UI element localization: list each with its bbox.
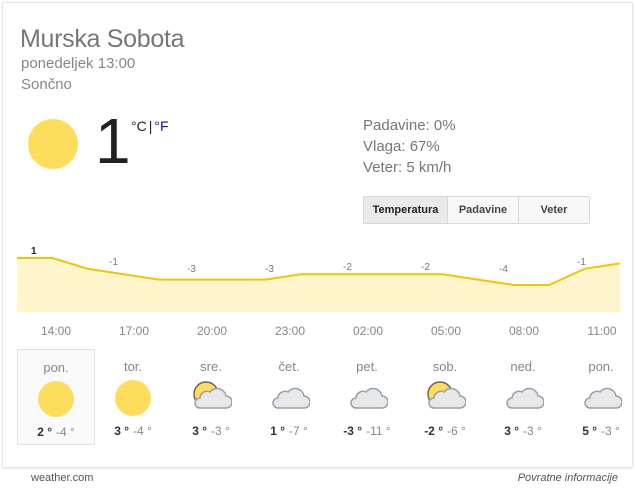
partly-cloudy-icon (424, 380, 467, 414)
forecast-day[interactable]: pet. -3 ° -11 ° (329, 349, 405, 444)
forecast-day[interactable]: sob. -2 ° -6 ° (407, 349, 483, 444)
forecast-day-name: sob. (432, 359, 458, 374)
unit-toggle: °C | °F (131, 118, 169, 134)
cloud-icon (346, 380, 389, 414)
forecast-high: -2 ° (424, 424, 443, 438)
forecast-low: -3 ° (211, 424, 230, 438)
forecast-temps: 5 ° -3 ° (563, 424, 635, 438)
hour-tick-label: 11:00 (587, 324, 617, 338)
forecast-temps: 1 ° -7 ° (251, 424, 327, 438)
forecast-temps: 3 ° -3 ° (485, 424, 561, 438)
precip-stat: Padavine: 0% (363, 117, 456, 134)
forecast-day-name: pet. (356, 359, 378, 374)
forecast-high: 1 ° (270, 424, 285, 438)
cloud-icon (268, 380, 311, 414)
forecast-temps: 2 ° -4 ° (18, 425, 94, 439)
temperature-point-label: -3 (265, 264, 274, 275)
forecast-temps: 3 ° -3 ° (173, 424, 249, 438)
tab-temperatura[interactable]: Temperatura (364, 197, 448, 223)
hour-tick-label: 08:00 (508, 324, 540, 338)
chart-tabs: Temperatura Padavine Veter (363, 196, 590, 224)
forecast-temps: 3 ° -4 ° (95, 424, 171, 438)
feedback-link[interactable]: Povratne informacije (518, 472, 618, 484)
hour-tick-label: 14:00 (40, 324, 72, 338)
unit-separator: | (148, 118, 153, 134)
forecast-temps: -3 ° -11 ° (329, 424, 405, 438)
forecast-high: 3 ° (504, 424, 519, 438)
forecast-day[interactable]: tor. 3 ° -4 ° (95, 349, 171, 444)
hour-tick-label: 02:00 (352, 324, 384, 338)
forecast-high: -3 ° (343, 424, 363, 438)
fahrenheit-unit[interactable]: °F (154, 118, 168, 134)
forecast-day-name: tor. (123, 359, 143, 374)
forecast-low: -3 ° (523, 424, 542, 438)
forecast-day[interactable]: sre. 3 ° -3 ° (173, 349, 249, 444)
temperature-point-label: -2 (343, 262, 352, 273)
temperature-point-label: -2 (421, 262, 430, 273)
humidity-stat: Vlaga: 67% (363, 138, 440, 155)
forecast-day-name: pon. (43, 360, 69, 375)
sun-icon (35, 381, 77, 417)
forecast-temps: -2 ° -6 ° (407, 424, 483, 438)
forecast-high: 5 ° (582, 424, 597, 438)
location-title: Murska Sobota (20, 25, 185, 53)
temperature-point-label: -1 (109, 257, 118, 268)
forecast-low: -3 ° (601, 424, 620, 438)
hour-tick-label: 20:00 (196, 324, 228, 338)
forecast-day[interactable]: čet. 1 ° -7 ° (251, 349, 327, 444)
cloud-icon (502, 380, 545, 414)
tab-veter[interactable]: Veter (519, 197, 589, 223)
temperature-point-label: 1 (31, 246, 37, 257)
wind-stat: Veter: 5 km/h (363, 159, 452, 176)
forecast-day-name: pon. (588, 359, 614, 374)
cloud-icon (580, 380, 623, 414)
hour-axis: 14:00 17:00 20:00 23:00 02:00 05:00 08:00 11:00 (17, 324, 620, 340)
forecast-high: 3 ° (192, 424, 207, 438)
partly-cloudy-icon (190, 380, 233, 414)
forecast-day-name: ned. (510, 359, 536, 374)
source-link[interactable]: weather.com (31, 472, 93, 484)
forecast-day[interactable]: pon. 5 ° -3 ° (563, 349, 635, 444)
hour-tick-label: 23:00 (274, 324, 306, 338)
forecast-low: -6 ° (447, 424, 466, 438)
forecast-day[interactable]: pon. 2 ° -4 ° (17, 349, 95, 445)
forecast-low: -11 ° (366, 424, 391, 438)
celsius-unit[interactable]: °C (131, 118, 147, 134)
hour-tick-label: 17:00 (118, 324, 150, 338)
forecast-low: -7 ° (289, 424, 308, 438)
tab-padavine[interactable]: Padavine (448, 197, 519, 223)
temperature-point-label: -4 (499, 264, 508, 275)
temperature-point-label: -3 (187, 264, 196, 275)
datetime: ponedeljek 13:00 (21, 55, 136, 72)
forecast-day-name: sre. (200, 359, 222, 374)
forecast-day-name: čet. (278, 359, 300, 374)
temperature-point-label: -1 (577, 257, 586, 268)
sun-icon (112, 380, 154, 416)
hour-tick-label: 05:00 (430, 324, 462, 338)
forecast-high: 3 ° (114, 424, 129, 438)
condition: Sončno (21, 76, 72, 93)
footer: weather.com Povratne informacije (0, 469, 635, 492)
forecast-low: -4 ° (133, 424, 152, 438)
temperature-chart: 1 -1 -3 -3 -2 -2 -4 -1 (17, 246, 620, 312)
weather-stats: Padavine: 0% Vlaga: 67% Veter: 5 km/h (363, 115, 456, 178)
sun-icon (28, 119, 78, 169)
daily-forecast: pon. 2 ° -4 ° tor. 3 ° -4 ° sre. 3 ° -3 ° čet. 1 °… (17, 349, 623, 445)
forecast-low: -4 ° (56, 425, 75, 439)
current-temperature: 1 (95, 105, 131, 177)
forecast-day[interactable]: ned. 3 ° -3 ° (485, 349, 561, 444)
forecast-high: 2 ° (37, 425, 52, 439)
